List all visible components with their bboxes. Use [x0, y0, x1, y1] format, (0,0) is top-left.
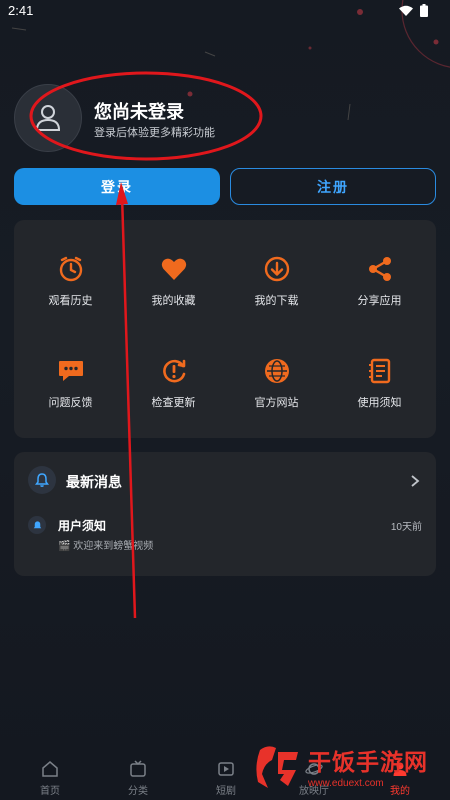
tab-categories[interactable]: 分类 — [103, 760, 173, 797]
annotation-arrow — [116, 182, 137, 619]
tab-label: 分类 — [128, 786, 148, 797]
tab-home[interactable]: 首页 — [15, 760, 85, 797]
tab-label: 首页 — [40, 786, 60, 797]
home-icon — [42, 761, 58, 777]
watermark-url: www.eduext.com — [308, 778, 384, 789]
watermark-logo — [256, 746, 298, 788]
video-icon — [218, 762, 234, 776]
tab-label: 短剧 — [216, 786, 236, 797]
tab-short-drama[interactable]: 短剧 — [191, 760, 261, 797]
watermark-text: 干饭手游网 — [308, 749, 428, 775]
site-watermark: 干饭手游网 www.eduext.com — [254, 738, 444, 794]
tv-icon — [130, 760, 146, 777]
